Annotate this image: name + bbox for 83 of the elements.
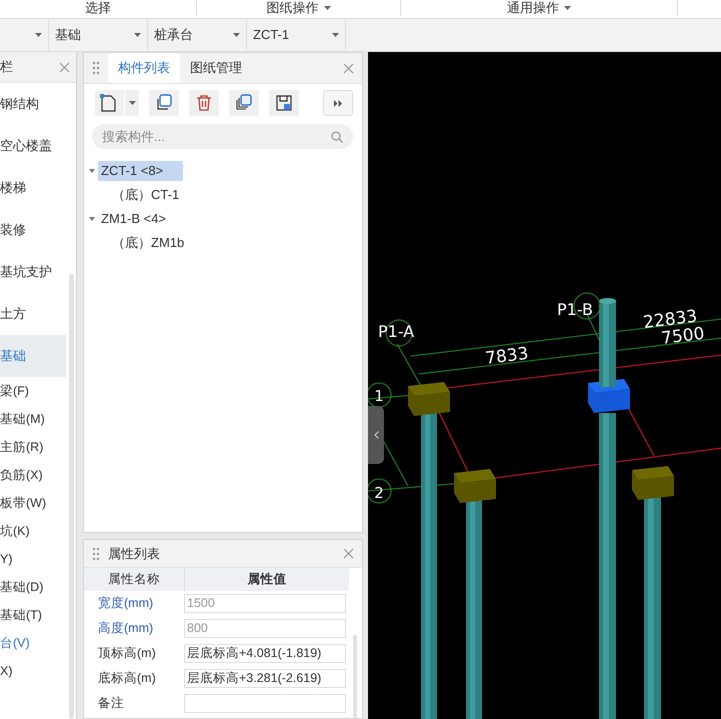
sidebar-subitem[interactable]: 基础(M) <box>0 405 66 433</box>
column-header: 属性名称 <box>107 571 161 588</box>
property-value-field[interactable] <box>184 694 346 713</box>
caret-icon[interactable] <box>129 101 136 105</box>
dimension-label: 7833 <box>484 344 530 369</box>
toolbar-button[interactable] <box>269 90 299 116</box>
grip-icon[interactable] <box>92 61 100 75</box>
dropdown[interactable]: 桩承台 <box>148 19 247 50</box>
sidebar-item[interactable]: 钢结构 <box>0 83 66 125</box>
selected-pile-cap <box>588 379 630 413</box>
chevron-left-icon <box>374 431 378 439</box>
caret-icon <box>233 32 240 36</box>
tab[interactable]: 构件列表 <box>108 53 180 83</box>
sidebar-item[interactable]: 装修 <box>0 209 66 251</box>
axis-label: P1-B <box>557 292 600 320</box>
scrollbar[interactable] <box>69 274 74 719</box>
3d-viewport[interactable]: P1-A P1-B 1 2 7833 22833 7500 <box>368 52 721 719</box>
sidebar-subitem[interactable]: Y) <box>0 545 66 573</box>
tree-item[interactable]: ZCT-1 <8> <box>98 161 184 181</box>
search-icon <box>331 131 343 143</box>
ribbon-group-label: 图纸操作 <box>266 0 318 16</box>
property-name: 底标高(m) <box>97 670 157 687</box>
close-icon[interactable] <box>59 62 70 72</box>
property-name: 顶标高(m) <box>97 645 157 662</box>
pile-cap <box>454 469 496 503</box>
tree-item[interactable]: ZM1-B <4> <box>98 209 170 229</box>
toolbar-button[interactable] <box>95 90 139 116</box>
property-name: 高度(mm) <box>97 620 154 637</box>
axis-label: 2 <box>368 478 392 504</box>
column-header: 属性值 <box>184 568 349 591</box>
search-field[interactable]: 搜索构件... <box>92 124 353 149</box>
more-button[interactable] <box>323 90 353 116</box>
sidebar-item[interactable]: 基础 <box>0 335 66 377</box>
property-name: 宽度(mm) <box>97 595 154 612</box>
close-icon[interactable] <box>343 548 354 559</box>
caret-icon <box>35 32 42 36</box>
property-name: 备注 <box>97 695 125 712</box>
property-value-field[interactable]: 层底标高+4.081(-1.819) <box>184 644 346 663</box>
caret-icon <box>332 32 339 36</box>
sidebar-subitem[interactable]: 负筋(X) <box>0 461 66 489</box>
sidebar-subitem[interactable]: 坑(K) <box>0 517 66 545</box>
caret-icon[interactable] <box>324 6 330 10</box>
expand-caret-icon[interactable] <box>89 168 95 174</box>
close-icon[interactable] <box>343 62 354 74</box>
axis-label: P1-A <box>378 320 414 346</box>
panel-title: 属性列表 <box>108 544 161 562</box>
dropdown-value: 桩承台 <box>154 26 193 44</box>
caret-icon <box>134 32 141 36</box>
sidebar-item[interactable]: 空心楼盖 <box>0 125 66 167</box>
sidebar-subitem[interactable]: X) <box>0 657 66 685</box>
sidebar-subitem[interactable]: 板带(W) <box>0 489 66 517</box>
sidebar-item[interactable]: 楼梯 <box>0 167 66 209</box>
tree-item[interactable]: （底）CT-1 <box>109 185 182 205</box>
pile-cap <box>632 466 674 500</box>
toolbar-button[interactable] <box>229 90 259 116</box>
collapse-handle[interactable] <box>368 406 384 464</box>
sidebar-subitem[interactable]: 主筋(R) <box>0 433 66 461</box>
dropdown-value: ZCT-1 <box>253 27 290 42</box>
sidebar-subitem[interactable]: 梁(F) <box>0 377 66 405</box>
expand-caret-icon[interactable] <box>89 216 95 222</box>
sidebar-subitem[interactable]: 基础(D) <box>0 573 66 601</box>
ribbon-group-label: 选择 <box>85 0 111 16</box>
dropdown[interactable]: ZCT-1 <box>247 19 346 50</box>
double-arrow-icon <box>334 100 342 106</box>
grip-icon[interactable] <box>92 546 100 560</box>
property-value-field[interactable]: 层底标高+3.281(-2.619) <box>184 669 346 688</box>
dropdown[interactable]: 基础 <box>49 19 148 50</box>
caret-icon[interactable] <box>564 6 571 10</box>
panel-title: 栏 <box>0 58 13 76</box>
ribbon-group-label: 通用操作 <box>507 0 559 16</box>
axis-label: 1 <box>368 382 392 408</box>
dropdown-value: 基础 <box>55 26 81 44</box>
sidebar-item[interactable]: 基坑支护 <box>0 251 66 293</box>
trash-icon <box>194 93 214 113</box>
save-icon <box>274 93 294 113</box>
pile-cap <box>408 382 450 416</box>
tree-item[interactable]: （底）ZM1b <box>109 233 188 253</box>
tab[interactable]: 图纸管理 <box>180 53 252 83</box>
toolbar-button[interactable] <box>149 90 179 116</box>
axis-line <box>396 344 422 386</box>
sidebar-subitem[interactable]: 基础(T) <box>0 601 66 629</box>
sidebar-subitem[interactable]: 台(V) <box>0 629 66 657</box>
sidebar-item[interactable]: 土方 <box>0 293 66 335</box>
